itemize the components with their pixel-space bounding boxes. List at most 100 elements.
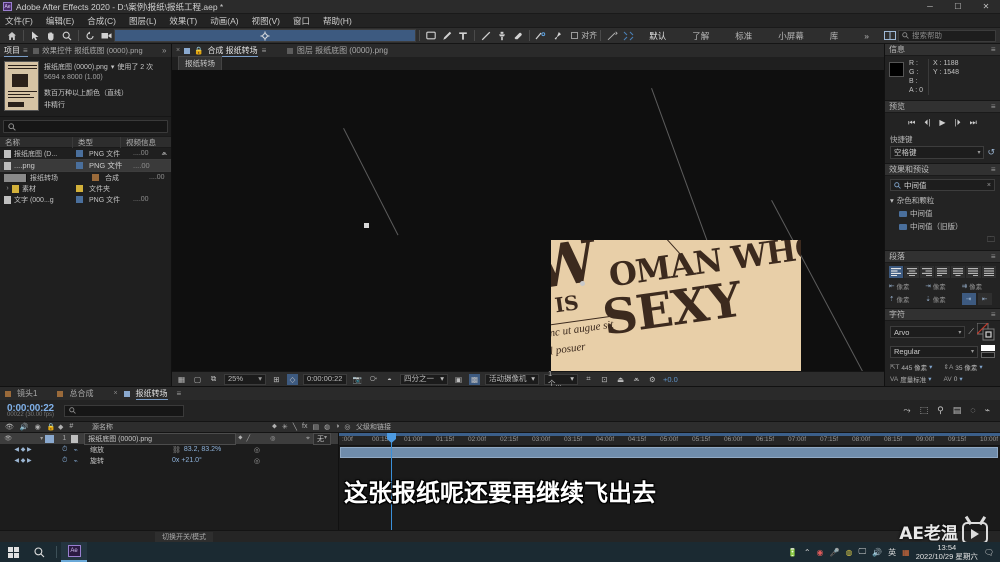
workspace-overflow-icon[interactable]: » bbox=[851, 28, 882, 44]
align-left-button[interactable] bbox=[889, 266, 904, 278]
current-time-display[interactable]: 0:00:00:22 bbox=[303, 373, 347, 385]
transform-gizmo-icon[interactable] bbox=[620, 29, 636, 43]
camera-tool-icon[interactable] bbox=[98, 29, 114, 43]
timeline-ruler[interactable]: :00f 00:15f 01:00f 01:15f 02:00f 02:15f … bbox=[339, 433, 1000, 446]
ime-indicator[interactable]: 英 bbox=[888, 547, 896, 558]
graph-editor-icon[interactable]: ⌁ bbox=[985, 405, 990, 416]
toggle-view-masks-icon[interactable]: ▢ bbox=[192, 374, 203, 385]
project-row[interactable]: › 素材 文件夹 bbox=[0, 183, 171, 194]
disclosure-triangle-icon[interactable]: › bbox=[4, 185, 11, 192]
pixel-aspect-correction-icon[interactable]: ⌗ bbox=[583, 374, 594, 385]
menu-view[interactable]: 视图(V) bbox=[252, 15, 280, 27]
exposure-value[interactable]: +0.0 bbox=[663, 375, 678, 384]
display-icon[interactable]: 🖵 bbox=[858, 547, 866, 557]
taskbar-clock[interactable]: 13:54 2022/10/29 星期六 bbox=[916, 543, 978, 561]
menu-composition[interactable]: 合成(C) bbox=[87, 15, 116, 27]
column-source-name[interactable]: 源名称 bbox=[92, 422, 272, 432]
lock-icon[interactable]: 🔒 bbox=[194, 46, 203, 55]
layer-duration-bar[interactable] bbox=[340, 447, 998, 458]
shortcut-select[interactable]: 空格键 ▾ bbox=[890, 146, 985, 159]
notification-icon[interactable]: 🗨 bbox=[984, 548, 994, 557]
layer-switches[interactable]: ⬥ ╱ ◎ bbox=[236, 435, 306, 442]
start-icon[interactable] bbox=[0, 542, 26, 562]
menu-edit[interactable]: 编辑(E) bbox=[46, 15, 74, 27]
character-panel-menu-icon[interactable]: ≡ bbox=[991, 310, 996, 319]
parent-select[interactable]: 无 ▾ bbox=[312, 432, 331, 445]
label-color-swatch[interactable] bbox=[76, 150, 83, 157]
parent-pickwhip-icon[interactable]: ⌖ bbox=[306, 435, 310, 443]
color-swatch-pair[interactable] bbox=[981, 345, 995, 358]
label-color-swatch[interactable] bbox=[76, 162, 83, 169]
menu-effect[interactable]: 效果(T) bbox=[169, 15, 197, 27]
justify-all-button[interactable] bbox=[981, 266, 996, 278]
project-tabs-overflow-icon[interactable]: » bbox=[162, 46, 167, 55]
workspace-tab-libraries[interactable]: 库 bbox=[817, 28, 852, 44]
project-row[interactable]: 文字 (000...g PNG 文件 ....00 bbox=[0, 194, 171, 205]
tab-project[interactable]: 项目 ≡ bbox=[4, 45, 29, 57]
font-style-select[interactable]: Regular ▾ bbox=[890, 345, 978, 358]
leading-field[interactable]: ⇕A 35 像素 ▾ bbox=[944, 362, 996, 372]
align-right-button[interactable] bbox=[919, 266, 935, 278]
previous-frame-button[interactable]: ⏴| bbox=[924, 118, 930, 128]
effect-item[interactable]: 中间值 bbox=[885, 207, 1000, 220]
clone-stamp-tool-icon[interactable] bbox=[494, 29, 510, 43]
tab-close-icon[interactable]: × bbox=[113, 390, 117, 397]
eyedropper-icon[interactable]: ⟋ bbox=[968, 327, 974, 337]
property-icons[interactable]: ⏱ ⌁ bbox=[42, 457, 78, 465]
app-icon[interactable]: ▦ bbox=[902, 548, 910, 557]
indent-right-field[interactable]: ⇥ 像素 bbox=[925, 281, 959, 291]
comp-flowchart-icon[interactable]: ⩕ bbox=[631, 374, 642, 385]
3d-layer-toggle-icon[interactable]: ◎ bbox=[270, 435, 275, 442]
effects-panel-menu-icon[interactable]: ≡ bbox=[991, 165, 996, 174]
timeline-panel-menu-icon[interactable]: ≡ bbox=[177, 389, 182, 398]
selection-tool-icon[interactable] bbox=[27, 29, 43, 43]
property-value[interactable]: 83.2, 83.2% bbox=[184, 446, 221, 453]
keyframe-navigator[interactable]: ◀ ◆ ▶ bbox=[0, 446, 42, 453]
grid-guides-icon[interactable]: ⊞ bbox=[271, 374, 282, 385]
justify-last-center-button[interactable] bbox=[950, 266, 966, 278]
menu-window[interactable]: 窗口 bbox=[293, 15, 310, 27]
hide-shy-layers-icon[interactable]: ⚲ bbox=[937, 405, 944, 416]
show-snapshot-icon[interactable]: ⧂ bbox=[368, 374, 379, 385]
help-search-field[interactable]: 搜索帮助 bbox=[898, 29, 996, 42]
link-icon[interactable]: ⛓ bbox=[172, 446, 181, 454]
timeline-search-input[interactable] bbox=[64, 404, 185, 417]
snapshot-camera-icon[interactable]: 📷 bbox=[352, 374, 363, 385]
fill-color-swatch[interactable] bbox=[981, 345, 995, 351]
channel-rgb-icon[interactable]: ◓ bbox=[384, 374, 395, 385]
keyframe-navigator[interactable]: ◀ ◆ ▶ bbox=[0, 457, 42, 464]
first-frame-button[interactable]: ⏮ bbox=[908, 118, 915, 128]
align-toggle[interactable]: 对齐 bbox=[571, 30, 597, 41]
justify-last-right-button[interactable] bbox=[966, 266, 981, 278]
transform-handle[interactable] bbox=[364, 223, 369, 228]
align-center-button[interactable] bbox=[904, 266, 919, 278]
shield-icon[interactable]: ◉ bbox=[817, 548, 824, 557]
transform-handle[interactable] bbox=[580, 281, 585, 286]
workspace-menu-icon[interactable] bbox=[882, 29, 898, 43]
column-video-info[interactable]: 视频信息 bbox=[120, 136, 171, 148]
timeline-tab-master-comp[interactable]: 总合成 bbox=[69, 388, 93, 399]
tab-close-icon[interactable]: × bbox=[176, 47, 180, 54]
preview-panel-menu-icon[interactable]: ≡ bbox=[991, 102, 996, 111]
circle-icon[interactable]: ◍ bbox=[845, 548, 852, 557]
composition-mini-flowchart-icon[interactable]: ⤳ bbox=[903, 405, 910, 416]
info-panel-menu-icon[interactable]: ≡ bbox=[991, 45, 996, 54]
project-row[interactable]: 报纸底图 (D... PNG 文件 ....00 ⩕ bbox=[0, 148, 171, 159]
fill-stroke-swatches[interactable] bbox=[976, 322, 995, 341]
toggle-transparency-grid-icon[interactable]: ▦ bbox=[176, 374, 187, 385]
parent-link-cell[interactable]: ⌖ 无 ▾ bbox=[306, 432, 334, 445]
project-row[interactable]: 报纸转场 合成 ....00 bbox=[0, 172, 171, 183]
timeline-layer-row[interactable]: 👁 ▾ 1 报纸底图 (0000).png ⬥ ╱ ◎ ⌖ 无 ▾ bbox=[0, 432, 338, 445]
timeline-property-row[interactable]: ◀ ◆ ▶ ⏱ ⌁ 旋转 0x +21.0° ◎ bbox=[0, 455, 338, 466]
disclosure-triangle-icon[interactable]: ▾ bbox=[890, 196, 894, 205]
justify-last-left-button[interactable] bbox=[935, 266, 950, 278]
last-frame-button[interactable]: ⏭ bbox=[970, 118, 977, 128]
ltr-direction-button[interactable]: ⇥ bbox=[961, 293, 976, 305]
label-color-swatch[interactable] bbox=[45, 434, 54, 443]
anchor-point-tool-icon[interactable] bbox=[114, 29, 417, 42]
rtl-direction-button[interactable]: ⇤ bbox=[977, 293, 992, 305]
asset-dropdown-icon[interactable]: ▾ bbox=[111, 63, 115, 71]
toggle-switches-modes-button[interactable]: 切换开关/模式 bbox=[155, 531, 213, 542]
menu-layer[interactable]: 图层(L) bbox=[129, 15, 156, 27]
direction-buttons[interactable]: ⇥ ⇤ bbox=[961, 293, 996, 305]
